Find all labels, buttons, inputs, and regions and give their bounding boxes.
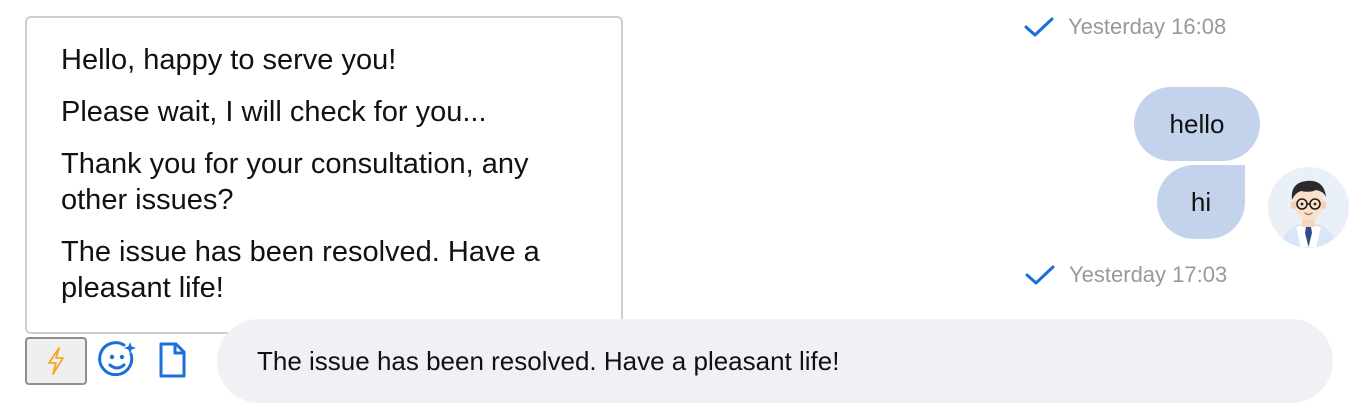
smiley-icon: [98, 341, 136, 377]
message-text: hi: [1190, 186, 1212, 217]
chat-window: Yesterday 16:08 hello hi Yesterday 17:03…: [0, 0, 1366, 414]
timestamp-text: Yesterday 16:08: [1068, 14, 1227, 39]
message-text: hello: [1169, 108, 1225, 139]
check-icon: [1025, 265, 1055, 285]
message-input[interactable]: The issue has been resolved. Have a plea…: [217, 319, 1333, 403]
message-bubble-hello[interactable]: hello: [1134, 87, 1260, 161]
user-avatar-icon: [1268, 167, 1349, 248]
emoji-button[interactable]: [98, 340, 138, 380]
timestamp-text: Yesterday 17:03: [1069, 262, 1228, 287]
file-icon: [159, 342, 186, 378]
message-timestamp: Yesterday 17:03: [1025, 262, 1227, 288]
lightning-icon: [48, 347, 64, 375]
check-icon: [1024, 17, 1054, 37]
quick-reply-item[interactable]: Please wait, I will check for you...: [61, 94, 587, 130]
avatar[interactable]: [1268, 167, 1349, 248]
quick-reply-item[interactable]: The issue has been resolved. Have a plea…: [61, 234, 591, 306]
message-timestamp: Yesterday 16:08: [1024, 14, 1226, 40]
message-bubble-hi[interactable]: hi: [1157, 165, 1245, 239]
quick-reply-popup: Hello, happy to serve you! Please wait, …: [25, 16, 623, 334]
message-input-text[interactable]: The issue has been resolved. Have a plea…: [257, 346, 839, 377]
quick-reply-item[interactable]: Hello, happy to serve you!: [61, 42, 587, 78]
quick-reply-button[interactable]: [25, 337, 87, 385]
quick-reply-item[interactable]: Thank you for your consultation, any oth…: [61, 146, 561, 218]
file-button[interactable]: [155, 340, 189, 380]
